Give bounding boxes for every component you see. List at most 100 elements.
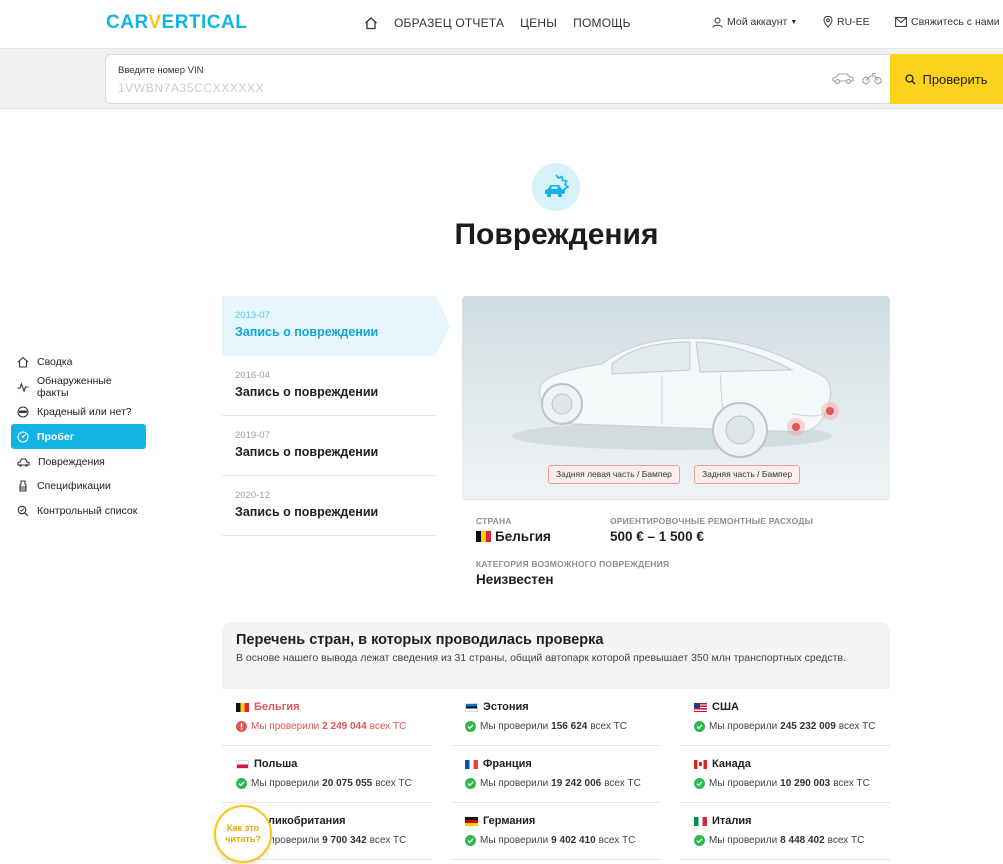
report-sidebar: Сводка Обнаруженные факты Краденый или н… — [11, 350, 146, 524]
sidebar-item-specs[interactable]: Спецификации — [11, 474, 146, 499]
damage-section-icon — [532, 163, 580, 211]
sidebar-item-label: Обнаруженные факты — [37, 375, 112, 400]
estonia-flag-icon — [465, 702, 478, 712]
country-name: Франция — [483, 758, 532, 770]
carvertical-logo[interactable]: CARVERTICAL — [106, 12, 247, 34]
record-title: Запись о повреждении — [235, 505, 379, 519]
record-date: 2013-07 — [235, 310, 270, 321]
locale-selector[interactable]: RU-EE — [823, 16, 870, 28]
country-name: Эстония — [483, 701, 529, 713]
country-count: 8 448 402 — [780, 835, 825, 846]
count-suffix: всех ТС — [838, 721, 876, 732]
repair-cost-value: 500 € – 1 500 € — [610, 529, 704, 544]
sidebar-item-stolen[interactable]: Краденый или нет? — [11, 400, 146, 425]
motorcycle-icon[interactable] — [861, 71, 883, 85]
damage-car-illustration: Задняя левая часть / Бампер Задняя часть… — [462, 296, 890, 499]
country-value: Бельгия — [476, 529, 551, 544]
check-circle-icon — [236, 778, 247, 789]
home-icon[interactable] — [364, 16, 378, 30]
vehicle-type-icons — [831, 71, 883, 85]
sidebar-item-damages[interactable]: Повреждения — [11, 449, 146, 474]
sidebar-item-checklist[interactable]: Контрольный список — [11, 499, 146, 524]
vin-input[interactable] — [118, 80, 798, 96]
contact-link[interactable]: Свяжитесь с нами — [895, 16, 1000, 28]
country-cell: Франция Мы проверили 19 242 006 всех ТС — [451, 746, 661, 803]
countries-header: Перечень стран, в которых проводилась пр… — [222, 622, 890, 689]
country-count: 10 290 003 — [780, 778, 831, 789]
country-name: Канада — [712, 758, 751, 770]
repair-cost-label: ОРИЕНТИРОВОЧНЫЕ РЕМОНТНЫЕ РАСХОДЫ — [610, 516, 814, 526]
record-date: 2020-12 — [235, 490, 270, 501]
country-count: 2 249 044 — [322, 721, 367, 732]
damage-record-item[interactable]: 2020-12 Запись о повреждении — [222, 476, 436, 536]
countries-description: В основе нашего вывода лежат сведения из… — [236, 652, 846, 664]
damage-record-item[interactable]: 2013-07 Запись о повреждении — [222, 296, 450, 356]
country-name: Бельгия — [254, 701, 300, 713]
country-cell: Италия Мы проверили 8 448 402 всех ТС — [680, 803, 890, 860]
count-suffix: всех ТС — [375, 778, 412, 789]
sidebar-item-label: Контрольный список — [37, 505, 138, 518]
nav-sample-report[interactable]: ОБРАЗЕЦ ОТЧЕТА — [394, 16, 504, 30]
how-to-read-button[interactable]: Как это читать? — [214, 805, 272, 863]
magnifier-icon — [17, 505, 29, 517]
vin-input-label: Введите номер VIN — [118, 65, 204, 76]
damage-record-item[interactable]: 2016-04 Запись о повреждении — [222, 356, 436, 416]
nav-prices[interactable]: ЦЕНЫ — [520, 16, 557, 30]
thief-icon — [17, 406, 29, 418]
location-pin-icon — [823, 16, 833, 28]
damage-records-list: 2013-07 Запись о повреждении 2016-04 Зап… — [222, 296, 450, 536]
vin-search-box[interactable]: Введите номер VIN — [105, 54, 891, 104]
usa-flag-icon — [694, 702, 707, 712]
sidebar-item-mileage[interactable]: Пробег — [11, 424, 146, 450]
belgium-flag-icon — [236, 702, 249, 712]
page-title: Повреждения — [454, 218, 659, 251]
record-date: 2016-04 — [235, 370, 270, 381]
poland-flag-icon — [236, 759, 249, 769]
damage-tag-rear-bumper[interactable]: Задняя часть / Бампер — [694, 465, 801, 484]
sidebar-item-facts[interactable]: Обнаруженные факты — [11, 375, 146, 400]
check-vin-label: Проверить — [922, 71, 988, 87]
speedometer-icon — [17, 431, 29, 443]
count-suffix: всех ТС — [604, 778, 641, 789]
car-damage-icon — [17, 458, 30, 467]
count-prefix: Мы проверили — [709, 721, 778, 732]
main-nav: ОБРАЗЕЦ ОТЧЕТА ЦЕНЫ ПОМОЩЬ — [364, 16, 647, 30]
record-date: 2019-07 — [235, 430, 270, 441]
country-count: 9 700 342 — [322, 835, 367, 846]
record-title: Запись о повреждении — [235, 325, 379, 339]
country-count: 245 232 009 — [780, 721, 836, 732]
sidebar-item-label: Сводка — [37, 356, 73, 369]
country-name: Польша — [254, 758, 298, 770]
damage-record-item[interactable]: 2019-07 Запись о повреждении — [222, 416, 436, 476]
vin-search-band: Введите номер VIN — [0, 49, 1003, 109]
count-prefix: Мы проверили — [251, 721, 320, 732]
car-icon[interactable] — [831, 71, 855, 85]
spec-icon — [19, 480, 27, 492]
country-cell: США Мы проверили 245 232 009 всех ТС — [680, 689, 890, 746]
damage-tag-rear-left-bumper[interactable]: Задняя левая часть / Бампер — [548, 465, 680, 484]
countries-checked-panel: Перечень стран, в которых проводилась пр… — [222, 622, 890, 864]
nav-help[interactable]: ПОМОЩЬ — [573, 16, 631, 30]
count-prefix: Мы проверили — [480, 778, 549, 789]
count-suffix: всех ТС — [369, 835, 407, 846]
check-vin-button[interactable]: Проверить — [890, 54, 1003, 104]
belgium-flag-icon — [476, 531, 491, 542]
top-header: CARVERTICAL ОБРАЗЕЦ ОТЧЕТА ЦЕНЫ ПОМОЩЬ М… — [0, 0, 1003, 49]
record-title: Запись о повреждении — [235, 445, 379, 459]
country-name: США — [712, 701, 739, 713]
country-cell: Бельгия Мы проверили 2 249 044 всех ТС — [222, 689, 432, 746]
sidebar-item-summary[interactable]: Сводка — [11, 350, 146, 375]
canada-flag-icon — [694, 759, 707, 769]
damage-details: СТРАНА Бельгия ОРИЕНТИРОВОЧНЫЕ РЕМОНТНЫЕ… — [462, 499, 890, 594]
country-count: 156 624 — [551, 721, 588, 732]
pulse-icon — [17, 382, 29, 393]
country-cell: Германия Мы проверили 9 402 410 всех ТС — [451, 803, 661, 860]
contact-label: Свяжитесь с нами — [911, 16, 1000, 28]
count-prefix: Мы проверили — [480, 721, 549, 732]
sidebar-item-label: Краденый или нет? — [37, 405, 132, 418]
country-name: Италия — [712, 815, 752, 827]
country-name: Германия — [483, 815, 536, 827]
account-menu[interactable]: Мой аккаунт ▼ — [712, 16, 797, 28]
count-suffix: всех ТС — [827, 835, 865, 846]
countries-title: Перечень стран, в которых проводилась пр… — [236, 632, 604, 648]
